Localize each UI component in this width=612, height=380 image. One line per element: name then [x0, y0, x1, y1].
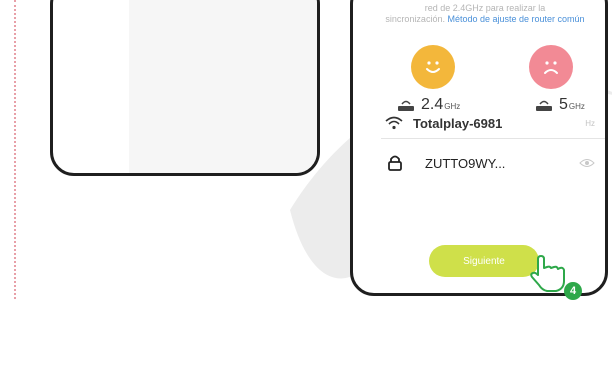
- password-value: ZUTTO9WY...: [425, 155, 506, 171]
- happy-face-icon[interactable]: [411, 45, 455, 89]
- field-divider: [381, 138, 605, 139]
- band-hint: Hz: [585, 118, 595, 128]
- router-icon: [398, 100, 414, 111]
- band-5ghz: 5 GHz: [535, 96, 585, 114]
- right-phone-mockup: red de 2.4GHz para realizar la sincroniz…: [350, 0, 608, 296]
- band-2-4-unit: GHz: [444, 102, 461, 111]
- instructions-text: red de 2.4GHz para realizar la sincroniz…: [373, 3, 597, 25]
- wifi-network-row[interactable]: Totalplay-6981 Hz: [385, 113, 595, 133]
- instructions-line-1: red de 2.4GHz para realizar la: [424, 3, 546, 13]
- band-5-unit: GHz: [568, 102, 585, 111]
- left-phone-mockup: [50, 0, 320, 176]
- password-field[interactable]: ZUTTO9WY...: [387, 151, 595, 175]
- band-2-4-value: 2.4: [421, 96, 444, 113]
- wifi-icon: [385, 116, 403, 130]
- band-2-4ghz: 2.4 GHz: [397, 96, 460, 114]
- instructions-line-2-text: sincronización.: [385, 14, 445, 24]
- router-guide-link[interactable]: Método de ajuste de router común: [447, 14, 584, 24]
- left-phone-screen: [129, 0, 317, 173]
- band-5-value: 5: [559, 96, 568, 113]
- sad-face-icon[interactable]: [529, 45, 573, 89]
- step-number-badge: 4: [564, 282, 582, 300]
- wifi-ssid: Totalplay-6981: [413, 115, 503, 131]
- dotted-guide-line: [14, 0, 16, 299]
- router-icon: [536, 100, 552, 111]
- lock-icon: [388, 155, 402, 171]
- eye-icon[interactable]: [579, 158, 595, 168]
- instructions-line-2: sincronización. Método de ajuste de rout…: [373, 14, 597, 25]
- next-button[interactable]: Siguiente: [429, 245, 539, 277]
